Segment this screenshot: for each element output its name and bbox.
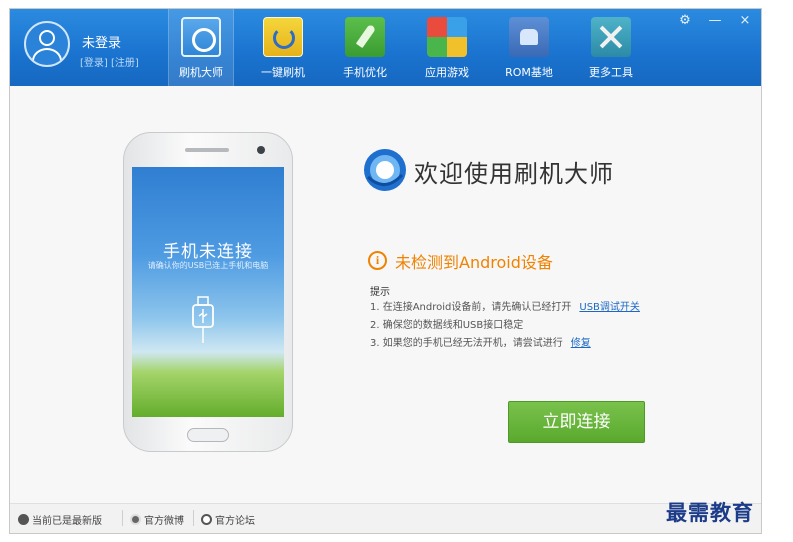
watermark-text: 最需教育: [666, 500, 754, 525]
avatar[interactable]: [24, 21, 70, 67]
info-icon: [18, 514, 29, 525]
nav-item-rom-base[interactable]: ROM基地: [488, 9, 570, 86]
rocket-icon: [345, 17, 385, 57]
flash-master-logo-icon: [364, 149, 406, 191]
nav-label: ROM基地: [505, 66, 553, 79]
welcome-title: 欢迎使用刷机大师: [414, 160, 614, 188]
tip-item: 2. 确保您的数据线和USB接口稳定: [370, 316, 523, 331]
tools-icon: [591, 17, 631, 57]
main-nav: 刷机大师 一键刷机 手机优化 应用游戏 ROM基地 更多工具: [160, 9, 652, 86]
avatar-head: [39, 30, 55, 46]
app-window: 未登录 [登录] [注册] 刷机大师 一键刷机 手机优化 应用游戏 ROM基地 …: [9, 8, 762, 534]
divider: [193, 510, 194, 526]
phone-status-subtitle: 请确认你的USB已连上手机和电脑: [147, 261, 269, 270]
no-device-alert: 未检测到Android设备: [395, 253, 553, 272]
usb-icon: [192, 296, 214, 343]
status-bar: 当前已是最新版 官方微博 官方论坛: [10, 503, 761, 533]
close-button[interactable]: ×: [736, 13, 754, 28]
weibo-label: 官方微博: [144, 516, 184, 527]
flash-master-icon: [181, 17, 221, 57]
tip-item: 3. 如果您的手机已经无法开机，请尝试进行 修复: [370, 334, 591, 349]
tip-item: 1. 在连接Android设备前，请先确认已经打开 USB调试开关: [370, 298, 640, 313]
nav-item-flash-master[interactable]: 刷机大师: [168, 9, 234, 86]
nav-item-more-tools[interactable]: 更多工具: [570, 9, 652, 86]
tip-text: 3. 如果您的手机已经无法开机，请尝试进行: [370, 338, 563, 349]
nav-item-apps-games[interactable]: 应用游戏: [406, 9, 488, 86]
nav-label: 更多工具: [589, 66, 633, 79]
repair-link[interactable]: 修复: [571, 338, 591, 349]
weibo-link[interactable]: 官方微博: [130, 512, 184, 527]
phone-illustration: 手机未连接 请确认你的USB已连上手机和电脑: [123, 132, 293, 452]
connect-now-button[interactable]: 立即连接: [508, 401, 645, 443]
usb-debug-link[interactable]: USB调试开关: [579, 302, 640, 313]
nav-label: 刷机大师: [179, 66, 223, 79]
forum-link[interactable]: 官方论坛: [201, 512, 255, 527]
divider: [122, 510, 123, 526]
settings-button[interactable]: ⚙: [676, 13, 694, 28]
version-status[interactable]: 当前已是最新版: [18, 512, 102, 527]
apps-grid-icon: [427, 17, 467, 57]
tip-text: 1. 在连接Android设备前，请先确认已经打开: [370, 302, 572, 313]
tips-title: 提示: [370, 287, 390, 298]
android-icon: [509, 17, 549, 57]
info-alert-icon: i: [368, 251, 387, 270]
tip-text: 2. 确保您的数据线和USB接口稳定: [370, 320, 524, 331]
register-link[interactable]: [注册]: [111, 58, 139, 69]
phone-status-title: 手机未连接: [163, 242, 253, 262]
header-bar: 未登录 [登录] [注册] 刷机大师 一键刷机 手机优化 应用游戏 ROM基地 …: [10, 9, 761, 86]
login-link[interactable]: [登录]: [80, 58, 108, 69]
forum-icon: [201, 514, 212, 525]
user-links: [登录] [注册]: [80, 54, 139, 69]
phone-speaker: [185, 148, 229, 152]
avatar-body: [32, 48, 62, 65]
weibo-icon: [130, 514, 141, 525]
minimize-button[interactable]: —: [706, 13, 724, 28]
nav-item-phone-optimize[interactable]: 手机优化: [324, 9, 406, 86]
nav-label: 一键刷机: [261, 66, 305, 79]
user-name: 未登录: [82, 36, 122, 51]
one-key-flash-icon: [263, 17, 303, 57]
phone-camera: [257, 146, 265, 154]
nav-item-one-key-flash[interactable]: 一键刷机: [242, 9, 324, 86]
version-status-label: 当前已是最新版: [32, 516, 102, 527]
nav-label: 应用游戏: [425, 66, 469, 79]
nav-label: 手机优化: [343, 66, 387, 79]
forum-label: 官方论坛: [215, 516, 255, 527]
phone-home-button: [187, 428, 229, 442]
phone-screen: 手机未连接 请确认你的USB已连上手机和电脑: [132, 167, 284, 417]
